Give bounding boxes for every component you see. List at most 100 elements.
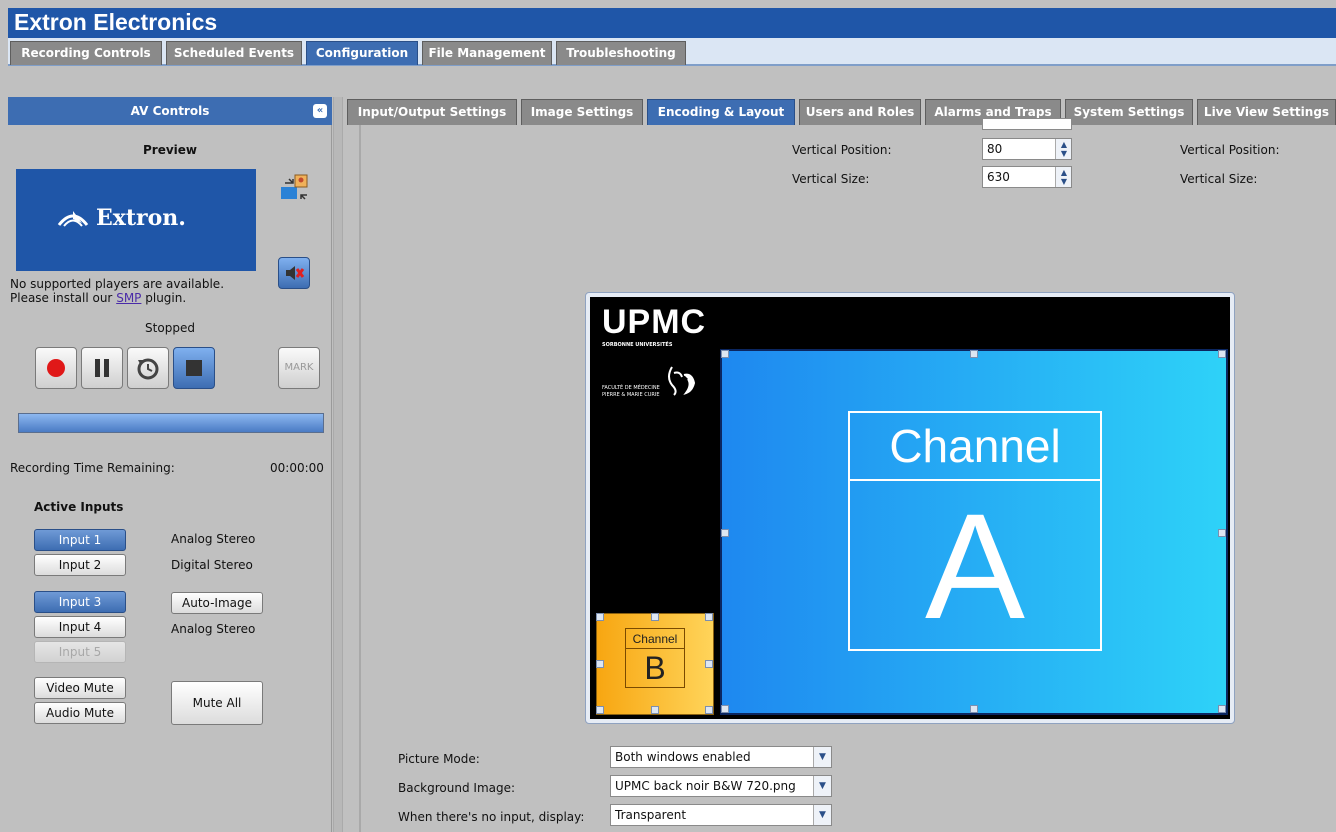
tab-encoding-layout[interactable]: Encoding & Layout bbox=[647, 99, 795, 125]
player-message-line2: Please install our SMP plugin. bbox=[10, 291, 224, 305]
input-1-button[interactable]: Input 1 bbox=[34, 529, 126, 551]
resize-handle[interactable] bbox=[705, 706, 713, 714]
tab-image-settings[interactable]: Image Settings bbox=[521, 99, 643, 125]
input-3-button[interactable]: Input 3 bbox=[34, 591, 126, 613]
video-mute-button[interactable]: Video Mute bbox=[34, 677, 126, 699]
upmc-logo-text: UPMC bbox=[602, 303, 707, 341]
mute-all-button[interactable]: Mute All bbox=[171, 681, 263, 725]
vertical-position-label: Vertical Position: bbox=[792, 143, 892, 157]
layout-canvas: UPMC SORBONNE UNIVERSITÉS FACULTÉ DE MÉD… bbox=[590, 297, 1230, 719]
chevron-down-icon[interactable]: ▼ bbox=[813, 747, 831, 767]
spinner-arrows[interactable]: ▲ ▼ bbox=[1055, 167, 1071, 187]
spin-down-icon[interactable]: ▼ bbox=[1059, 177, 1069, 186]
no-input-display-select[interactable]: Transparent ▼ bbox=[610, 804, 832, 826]
input-4-audio: Analog Stereo bbox=[171, 622, 256, 636]
resize-handle[interactable] bbox=[651, 613, 659, 621]
app-title: Extron Electronics bbox=[8, 8, 1336, 38]
background-image-select[interactable]: UPMC back noir B&W 720.png ▼ bbox=[610, 775, 832, 797]
spinner-arrows[interactable]: ▲ ▼ bbox=[1055, 139, 1071, 159]
preview-window: Extron. bbox=[16, 169, 256, 271]
av-controls-title: AV Controls bbox=[130, 104, 210, 118]
tab-configuration[interactable]: Configuration bbox=[306, 41, 418, 65]
vertical-position-spinner[interactable]: 80 ▲ ▼ bbox=[982, 138, 1072, 160]
resize-handle[interactable] bbox=[705, 660, 713, 668]
faculty-label: FACULTÉ DE MÉDECINE PIERRE & MARIE CURIE bbox=[602, 385, 660, 399]
audio-mute-toggle[interactable] bbox=[278, 257, 310, 289]
speaker-muted-icon bbox=[286, 266, 305, 280]
panel-splitter[interactable] bbox=[333, 97, 343, 832]
faculty-line1: FACULTÉ DE MÉDECINE bbox=[602, 385, 660, 391]
upmc-logo-subtitle: SORBONNE UNIVERSITÉS bbox=[602, 342, 673, 348]
chevron-down-icon[interactable]: ▼ bbox=[813, 776, 831, 796]
record-icon bbox=[47, 359, 65, 377]
channel-a-letter: A bbox=[924, 482, 1026, 650]
player-message: No supported players are available. Plea… bbox=[10, 277, 224, 305]
av-controls-panel: AV Controls « Preview Extron. No support… bbox=[8, 97, 332, 832]
smp-plugin-link[interactable]: SMP bbox=[116, 291, 141, 305]
resize-handle[interactable] bbox=[596, 706, 604, 714]
chevron-down-icon[interactable]: ▼ bbox=[813, 805, 831, 825]
no-input-display-label: When there's no input, display: bbox=[398, 810, 585, 824]
preview-label: Preview bbox=[142, 143, 197, 157]
channel-a-window[interactable]: Channel A bbox=[720, 349, 1228, 715]
resize-handle[interactable] bbox=[1218, 705, 1226, 713]
tab-system-settings[interactable]: System Settings bbox=[1065, 99, 1193, 125]
input-5-button: Input 5 bbox=[34, 641, 126, 663]
vertical-position-label-b: Vertical Position: bbox=[1180, 143, 1280, 157]
channel-b-word: Channel bbox=[626, 629, 684, 649]
resize-handle[interactable] bbox=[1218, 350, 1226, 358]
resize-handle[interactable] bbox=[721, 705, 729, 713]
record-button[interactable] bbox=[35, 347, 77, 389]
tab-file-management[interactable]: File Management bbox=[422, 41, 552, 65]
tab-input-output-settings[interactable]: Input/Output Settings bbox=[347, 99, 517, 125]
player-message-suffix: plugin. bbox=[145, 291, 187, 305]
resize-handle[interactable] bbox=[651, 706, 659, 714]
extend-button[interactable] bbox=[127, 347, 169, 389]
spin-up-icon[interactable]: ▲ bbox=[1059, 168, 1069, 177]
resize-handle[interactable] bbox=[596, 660, 604, 668]
time-remaining-value: 00:00:00 bbox=[270, 461, 324, 475]
swap-preview-icon[interactable] bbox=[279, 173, 309, 203]
spin-up-icon[interactable]: ▲ bbox=[1059, 140, 1069, 149]
vertical-size-label-b: Vertical Size: bbox=[1180, 172, 1258, 186]
channel-b-window[interactable]: Channel B bbox=[596, 613, 714, 715]
horizontal-size-spinner[interactable] bbox=[982, 118, 1072, 130]
no-input-display-value: Transparent bbox=[615, 808, 687, 822]
resize-handle[interactable] bbox=[970, 705, 978, 713]
resize-handle[interactable] bbox=[721, 350, 729, 358]
picture-mode-label: Picture Mode: bbox=[398, 752, 480, 766]
audio-mute-button[interactable]: Audio Mute bbox=[34, 702, 126, 724]
resize-handle[interactable] bbox=[970, 350, 978, 358]
input-4-button[interactable]: Input 4 bbox=[34, 616, 126, 638]
auto-image-button[interactable]: Auto-Image bbox=[171, 592, 263, 614]
tab-scheduled-events[interactable]: Scheduled Events bbox=[166, 41, 302, 65]
resize-handle[interactable] bbox=[1218, 529, 1226, 537]
tab-recording-controls[interactable]: Recording Controls bbox=[10, 41, 162, 65]
faculty-emblem-icon bbox=[668, 366, 696, 396]
spin-down-icon[interactable]: ▼ bbox=[1059, 149, 1069, 158]
resize-handle[interactable] bbox=[705, 613, 713, 621]
tab-troubleshooting[interactable]: Troubleshooting bbox=[556, 41, 686, 65]
pause-button[interactable] bbox=[81, 347, 123, 389]
tab-users-and-roles[interactable]: Users and Roles bbox=[799, 99, 921, 125]
channel-a-word: Channel bbox=[850, 413, 1100, 481]
content-divider bbox=[359, 125, 361, 832]
recording-progress-bar bbox=[18, 413, 324, 433]
resize-handle[interactable] bbox=[596, 613, 604, 621]
clock-refresh-icon bbox=[137, 358, 159, 380]
resize-handle[interactable] bbox=[721, 529, 729, 537]
time-remaining-label: Recording Time Remaining: bbox=[10, 461, 175, 475]
config-tab-bar: Input/Output Settings Image Settings Enc… bbox=[343, 97, 1336, 125]
picture-mode-select[interactable]: Both windows enabled ▼ bbox=[610, 746, 832, 768]
vertical-size-label: Vertical Size: bbox=[792, 172, 870, 186]
stop-button[interactable] bbox=[173, 347, 215, 389]
tab-live-view-settings[interactable]: Live View Settings bbox=[1197, 99, 1336, 125]
recording-status: Stopped bbox=[145, 321, 195, 335]
background-image-value: UPMC back noir B&W 720.png bbox=[615, 779, 796, 793]
vertical-size-spinner[interactable]: 630 ▲ ▼ bbox=[982, 166, 1072, 188]
input-2-button[interactable]: Input 2 bbox=[34, 554, 126, 576]
collapse-icon[interactable]: « bbox=[313, 104, 327, 118]
extron-logo-text: Extron. bbox=[96, 205, 186, 231]
picture-mode-value: Both windows enabled bbox=[615, 750, 751, 764]
mark-button[interactable]: MARK bbox=[278, 347, 320, 389]
